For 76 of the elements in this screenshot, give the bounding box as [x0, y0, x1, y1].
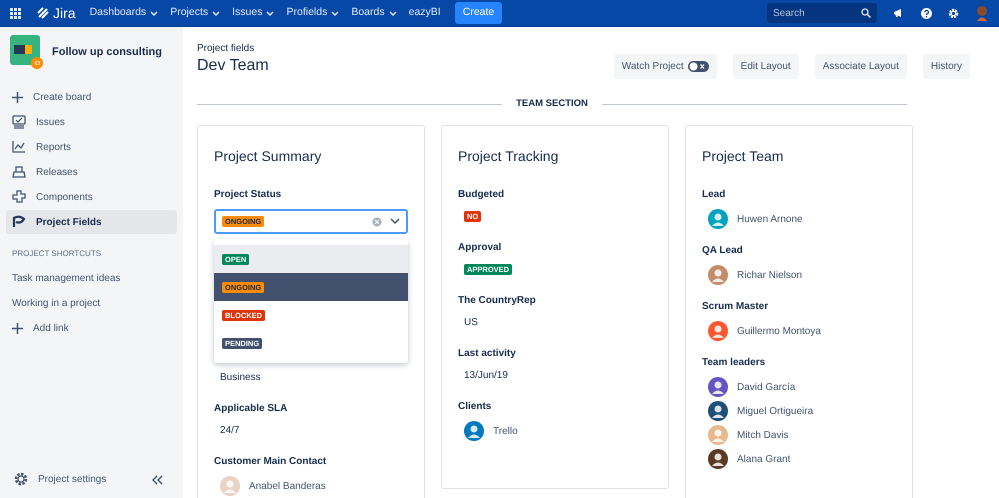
nav-menu[interactable]: Projects [164, 5, 226, 21]
field-label: Approval [458, 241, 502, 256]
sidebar-item[interactable]: Issues [6, 110, 177, 134]
nav-menu[interactable]: Dashboards [84, 5, 164, 21]
user-name[interactable]: Anabel Banderas [249, 478, 326, 494]
search-field[interactable]: Search [767, 3, 877, 23]
sidebar-item[interactable]: Components [6, 185, 177, 209]
user-name[interactable]: Huwen Arnone [737, 212, 803, 227]
caret-icon [212, 10, 220, 16]
field-label: Applicable SLA [214, 402, 288, 416]
shortcut-link[interactable]: Task management ideas [6, 266, 177, 290]
nav-menu[interactable]: eazyBI [402, 5, 447, 21]
field-value: Business [219, 371, 262, 386]
card-title: Project Team [702, 147, 784, 166]
monitor-icon [12, 115, 26, 129]
breadcrumb-link[interactable]: Project fields [197, 41, 269, 56]
field-label: The CountryRep [458, 294, 537, 308]
project-avatar-icon [10, 35, 44, 69]
create-button[interactable]: Create [454, 2, 502, 24]
caret-icon [266, 10, 274, 16]
jira-logo[interactable]: Jira [37, 2, 76, 24]
field-value: US [463, 316, 479, 330]
plus-icon [12, 92, 23, 102]
user-name[interactable]: David García [737, 380, 796, 395]
card-title: Project Summary [214, 147, 322, 166]
field-label: Scrum Master [702, 300, 770, 314]
user-name[interactable]: Miguel Ortigueira [737, 404, 814, 419]
field-value: 13/Jun/19 [463, 369, 509, 384]
plus-icon [12, 322, 23, 334]
add-link[interactable]: Add link [6, 316, 177, 340]
field-label: Clients [458, 400, 492, 414]
caret-icon [388, 10, 397, 16]
user-name[interactable]: Trello [493, 424, 518, 439]
shortcut-link[interactable]: Working in a project [6, 291, 177, 315]
help-icon[interactable] [921, 8, 932, 18]
field-label: Project Status [214, 188, 282, 202]
section-title: TEAM SECTION [516, 97, 588, 111]
field-label: Lead [702, 188, 726, 202]
header-button[interactable]: Edit Layout [732, 54, 799, 79]
settings-icon[interactable] [948, 8, 959, 18]
nav-menu[interactable]: Issues [226, 5, 280, 21]
field-label: QA Lead [702, 244, 744, 258]
user-name[interactable]: Alana Grant [737, 452, 790, 467]
field-label: Customer Main Contact [214, 455, 328, 470]
project-settings-link[interactable]: Project settings [14, 467, 106, 491]
sidebar-item[interactable]: Project Fields [6, 210, 177, 234]
user-name[interactable]: Richar Nielson [737, 268, 802, 283]
user-avatar-icon[interactable] [975, 5, 989, 21]
section-heading: PROJECT SHORTCUTS [11, 248, 102, 260]
user-name[interactable]: Guillermo Montoya [737, 324, 821, 339]
app-switcher-icon[interactable] [10, 8, 21, 18]
page-title: Dev Team [197, 56, 269, 76]
search-icon[interactable] [861, 8, 871, 18]
field-label: Team leaders [702, 356, 766, 370]
project-name: Follow up consulting [52, 44, 162, 60]
caret-icon [331, 10, 340, 16]
header-button[interactable]: History [922, 54, 970, 79]
card-title: Project Tracking [458, 147, 560, 166]
watch-project-button[interactable]: Watch Project [614, 54, 717, 79]
chevron-icon[interactable] [390, 218, 400, 226]
field-label: Budgeted [458, 188, 506, 202]
nav-menu[interactable]: Boards [345, 5, 403, 21]
caret-icon [150, 10, 158, 16]
sidebar-item[interactable]: Reports [6, 135, 177, 159]
user-name[interactable]: Mitch Davis [737, 428, 789, 443]
sidebar-item[interactable]: Releases [6, 160, 177, 184]
collapse-icon[interactable] [151, 474, 163, 484]
create-board-link[interactable]: Create board [6, 85, 177, 109]
field-label: Last activity [458, 347, 517, 362]
chart-icon [12, 140, 26, 154]
toggle-switch[interactable] [688, 61, 709, 72]
nav-menu[interactable]: Profields [280, 5, 346, 21]
field-value: 24/7 [219, 424, 240, 438]
settings-icon [14, 472, 28, 486]
logo-icon [37, 7, 49, 19]
header-button[interactable]: Associate Layout [814, 54, 907, 79]
